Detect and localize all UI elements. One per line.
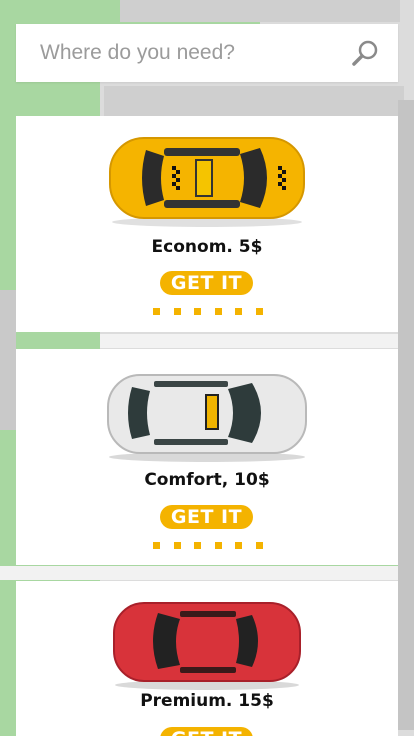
dot (255, 542, 263, 549)
dot (214, 308, 222, 315)
ride-option-name: Premium. 15$ (140, 691, 274, 711)
get-it-button[interactable]: GET IT (160, 271, 253, 295)
get-it-button[interactable]: GET IT (160, 727, 253, 736)
yellow-taxi-car-icon (109, 137, 305, 227)
map-road (0, 566, 414, 580)
map-block (398, 100, 414, 730)
ride-option-premium[interactable]: Premium. 15$ GET IT (16, 581, 398, 736)
pagination-dots (153, 308, 263, 315)
ride-option-comfort[interactable]: Comfort, 10$ GET IT (16, 349, 398, 565)
dot (194, 542, 202, 549)
dot (153, 542, 160, 549)
dot (235, 542, 243, 549)
map-block (104, 86, 404, 116)
dot (214, 542, 222, 549)
ride-option-econom[interactable]: Econom. 5$ GET IT (16, 116, 398, 332)
white-taxi-car-icon (107, 374, 307, 462)
ride-option-name: Econom. 5$ (151, 237, 263, 257)
pagination-dots (153, 542, 263, 549)
dot (194, 308, 202, 315)
map-block (0, 290, 16, 430)
map-road (100, 334, 414, 348)
dot (235, 308, 243, 315)
dot (173, 542, 181, 549)
dot (153, 308, 160, 315)
get-it-button[interactable]: GET IT (160, 505, 253, 529)
ride-option-name: Comfort, 10$ (144, 470, 270, 490)
search-input[interactable]: Where do you need? (40, 41, 235, 65)
dot (255, 308, 263, 315)
search-icon[interactable] (350, 38, 380, 68)
destination-search-bar[interactable]: Where do you need? (16, 24, 398, 82)
dot (173, 308, 181, 315)
red-car-icon (113, 602, 301, 690)
map-block (120, 0, 400, 22)
